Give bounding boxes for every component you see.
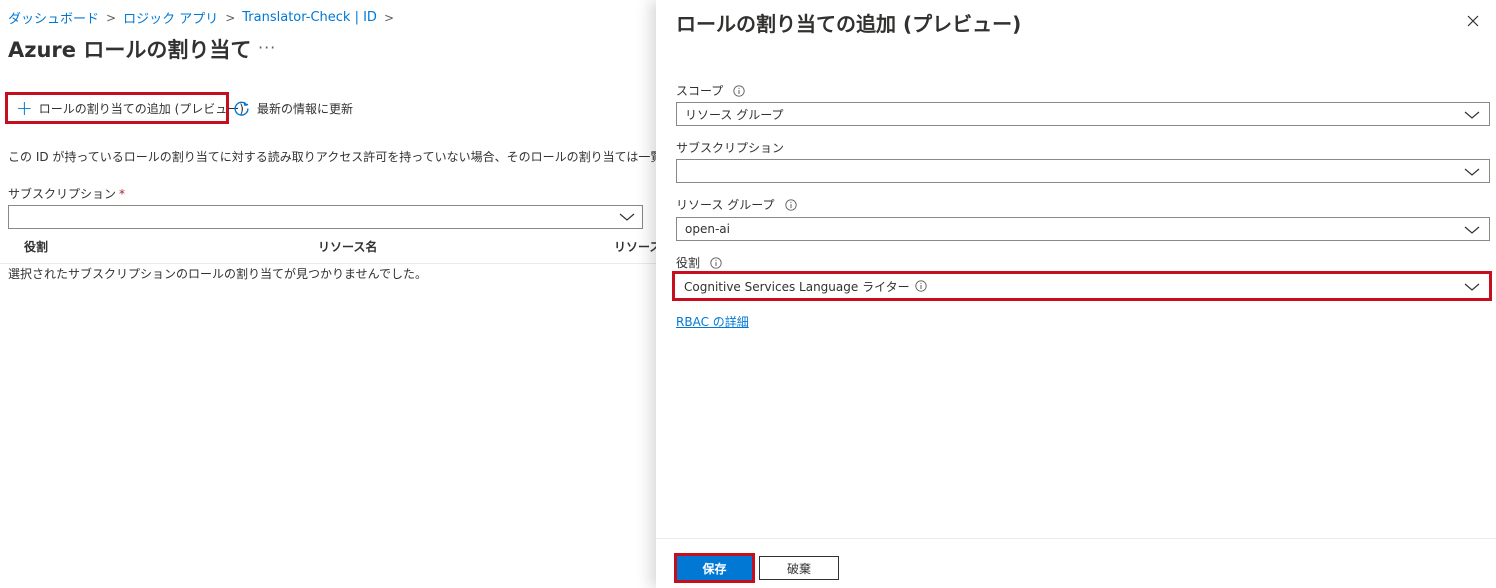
panel-title: ロールの割り当ての追加 (プレビュー) bbox=[676, 12, 1022, 36]
subscription-label-text: サブスクリプション bbox=[8, 187, 117, 201]
add-role-assignment-button[interactable]: + ロールの割り当ての追加 (プレビュー) bbox=[5, 92, 244, 124]
resource-group-dropdown[interactable]: open-ai bbox=[676, 217, 1490, 241]
refresh-icon bbox=[234, 101, 249, 116]
save-button[interactable]: 保存 bbox=[674, 553, 755, 583]
refresh-button[interactable]: 最新の情報に更新 bbox=[233, 97, 353, 119]
panel-subscription-label-text: サブスクリプション bbox=[676, 141, 785, 155]
resource-group-label: リソース グループ bbox=[676, 196, 797, 213]
info-icon[interactable] bbox=[914, 280, 927, 292]
breadcrumb-logic-apps[interactable]: ロジック アプリ bbox=[123, 8, 218, 27]
chevron-down-icon bbox=[619, 213, 635, 221]
chevron-right-icon: > bbox=[383, 10, 395, 25]
scope-dropdown-value: リソース グループ bbox=[685, 107, 784, 122]
close-icon bbox=[1467, 15, 1479, 27]
main-content: ダッシュボード > ロジック アプリ > Translator-Check | … bbox=[0, 0, 656, 588]
panel-subscription-label: サブスクリプション bbox=[676, 139, 784, 156]
info-icon[interactable] bbox=[733, 84, 745, 97]
chevron-down-icon bbox=[1464, 226, 1480, 234]
scope-label: スコープ bbox=[676, 82, 745, 99]
panel-subscription-dropdown[interactable] bbox=[676, 159, 1490, 183]
chevron-right-icon: > bbox=[225, 10, 236, 25]
discard-button[interactable]: 破棄 bbox=[759, 556, 839, 580]
column-role[interactable]: 役割 bbox=[24, 238, 48, 255]
empty-state-message: 選択されたサブスクリプションのロールの割り当てが見つかりませんでした。 bbox=[8, 267, 428, 281]
plus-icon: + bbox=[16, 96, 33, 120]
refresh-label: 最新の情報に更新 bbox=[257, 101, 354, 116]
role-assignment-table-header: 役割 リソース名 リソース bbox=[0, 230, 656, 264]
role-dropdown[interactable]: Cognitive Services Language ライター bbox=[672, 271, 1492, 301]
breadcrumb: ダッシュボード > ロジック アプリ > Translator-Check | … bbox=[8, 8, 401, 27]
add-role-assignment-panel: ロールの割り当ての追加 (プレビュー) スコープ リソース グループ サブスクリ… bbox=[656, 0, 1496, 588]
info-icon[interactable] bbox=[784, 198, 797, 211]
chevron-down-icon bbox=[1464, 168, 1480, 176]
column-resource-name[interactable]: リソース名 bbox=[318, 238, 377, 255]
permission-info-text: この ID が持っているロールの割り当てに対する読み取りアクセス許可を持っていな… bbox=[8, 150, 656, 164]
scope-dropdown[interactable]: リソース グループ bbox=[676, 102, 1490, 126]
subscription-label: サブスクリプション * bbox=[8, 185, 125, 202]
scope-label-text: スコープ bbox=[676, 84, 724, 98]
role-dropdown-value: Cognitive Services Language ライター bbox=[684, 279, 910, 294]
chevron-down-icon bbox=[1464, 283, 1480, 291]
panel-footer: 保存 破棄 bbox=[656, 538, 1496, 588]
resource-group-value: open-ai bbox=[685, 222, 730, 236]
page-title: Azure ロールの割り当て bbox=[8, 38, 252, 62]
chevron-down-icon bbox=[1464, 111, 1480, 119]
required-asterisk: * bbox=[119, 187, 126, 201]
resource-group-label-text: リソース グループ bbox=[676, 198, 775, 212]
column-resource-type[interactable]: リソース bbox=[614, 238, 656, 255]
breadcrumb-translator-check[interactable]: Translator-Check | ID bbox=[242, 10, 377, 25]
add-role-assignment-label: ロールの割り当ての追加 (プレビュー) bbox=[38, 101, 244, 116]
rbac-details-link[interactable]: RBAC の詳細 bbox=[676, 313, 749, 330]
chevron-right-icon: > bbox=[106, 10, 117, 25]
close-button[interactable] bbox=[1462, 10, 1484, 32]
subscription-dropdown[interactable] bbox=[8, 205, 643, 229]
info-icon[interactable] bbox=[710, 256, 722, 269]
role-label-text: 役割 bbox=[676, 256, 701, 270]
more-options-icon[interactable]: ··· bbox=[258, 38, 276, 57]
role-label: 役割 bbox=[676, 254, 722, 271]
breadcrumb-dashboard[interactable]: ダッシュボード bbox=[8, 8, 99, 27]
